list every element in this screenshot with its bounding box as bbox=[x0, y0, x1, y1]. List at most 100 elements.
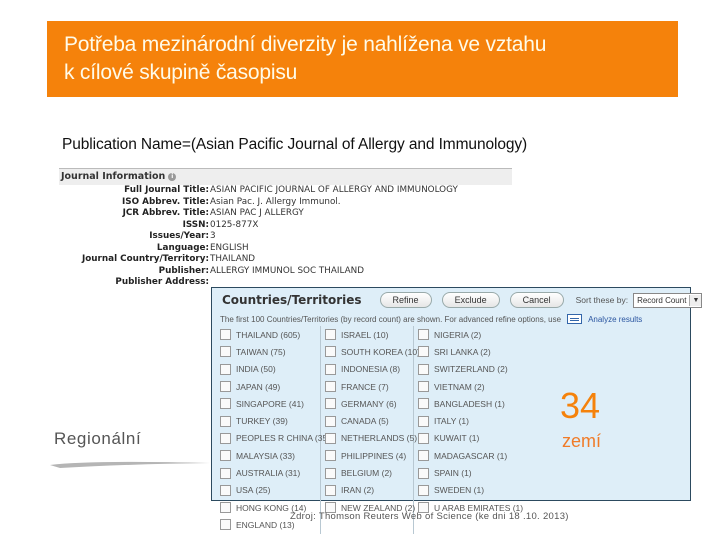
country-label: ITALY (1) bbox=[434, 416, 469, 427]
country-checkbox[interactable] bbox=[325, 363, 336, 375]
sort-select[interactable]: Record Count ▼ bbox=[633, 292, 703, 308]
cancel-button[interactable]: Cancel bbox=[509, 292, 564, 308]
country-checkbox[interactable] bbox=[220, 519, 231, 531]
slide-title: Potřeba mezinárodní diverzity je nahlíže… bbox=[64, 33, 547, 84]
sort-select-value: Record Count bbox=[637, 295, 687, 305]
journal-info-rows: Full Journal Title: ASIAN PACIFIC JOURNAL… bbox=[59, 185, 512, 289]
country-option[interactable]: SWEDEN (1) bbox=[418, 482, 528, 499]
country-option[interactable]: JAPAN (49) bbox=[220, 378, 316, 395]
country-checkbox[interactable] bbox=[220, 346, 231, 358]
country-checkbox[interactable] bbox=[325, 450, 336, 462]
country-checkbox[interactable] bbox=[418, 415, 429, 427]
country-checkbox[interactable] bbox=[418, 484, 429, 496]
country-checkbox[interactable] bbox=[325, 484, 336, 496]
country-checkbox[interactable] bbox=[220, 502, 231, 514]
country-checkbox[interactable] bbox=[325, 381, 336, 393]
country-option[interactable]: VIETNAM (2) bbox=[418, 378, 528, 395]
country-label: THAILAND (605) bbox=[236, 329, 301, 340]
country-option[interactable]: SOUTH KOREA (10) bbox=[325, 343, 420, 360]
country-option[interactable]: SINGAPORE (41) bbox=[220, 395, 316, 412]
info-icon[interactable]: i bbox=[168, 172, 177, 181]
journal-info-row: Publisher: ALLERGY IMMUNOL SOC THAILAND bbox=[59, 266, 512, 278]
country-option[interactable]: CANADA (5) bbox=[325, 412, 409, 429]
journal-info-key: ISO Abbrev. Title: bbox=[122, 196, 209, 207]
country-option[interactable]: INDONESIA (8) bbox=[325, 361, 409, 378]
country-option[interactable]: GERMANY (6) bbox=[325, 395, 409, 412]
country-option[interactable]: SRI LANKA (2) bbox=[418, 343, 528, 360]
country-checkbox[interactable] bbox=[418, 329, 429, 341]
country-label: SPAIN (1) bbox=[434, 468, 472, 479]
country-checkbox[interactable] bbox=[418, 346, 429, 358]
country-checkbox[interactable] bbox=[418, 363, 429, 375]
country-checkbox[interactable] bbox=[220, 432, 231, 444]
journal-info-key: Journal Country/Territory: bbox=[81, 254, 209, 264]
country-checkbox[interactable] bbox=[418, 467, 429, 479]
country-option[interactable]: SPAIN (1) bbox=[418, 464, 528, 481]
sort-label: Sort these by: bbox=[575, 295, 629, 305]
country-checkbox[interactable] bbox=[418, 381, 429, 393]
country-option[interactable]: NETHERLANDS (5) bbox=[325, 430, 417, 447]
country-option[interactable]: ITALY (1) bbox=[418, 412, 528, 429]
country-checkbox[interactable] bbox=[220, 398, 231, 410]
country-option[interactable]: AUSTRALIA (31) bbox=[220, 464, 316, 481]
country-option[interactable]: USA (25) bbox=[220, 482, 316, 499]
journal-info-value: ENGLISH bbox=[210, 242, 249, 253]
source-caption: Zdroj: Thomson Reuters Web of Science (k… bbox=[290, 511, 569, 522]
country-option[interactable]: TAIWAN (75) bbox=[220, 343, 316, 360]
country-label: TAIWAN (75) bbox=[236, 346, 286, 357]
country-option[interactable]: NIGERIA (2) bbox=[418, 326, 528, 343]
country-label: PHILIPPINES (4) bbox=[341, 450, 407, 461]
journal-information-header: Journal Information i bbox=[59, 168, 512, 185]
country-checkbox[interactable] bbox=[220, 415, 231, 427]
country-checkbox[interactable] bbox=[220, 450, 231, 462]
country-option[interactable]: TURKEY (39) bbox=[220, 412, 316, 429]
country-checkbox[interactable] bbox=[418, 450, 429, 462]
refine-button[interactable]: Refine bbox=[379, 292, 432, 308]
country-checkbox[interactable] bbox=[220, 363, 231, 375]
country-option[interactable]: MALAYSIA (33) bbox=[220, 447, 316, 464]
country-option[interactable]: IRAN (2) bbox=[325, 482, 409, 499]
country-label: CANADA (5) bbox=[341, 416, 389, 427]
country-checkbox[interactable] bbox=[220, 381, 231, 393]
country-checkbox[interactable] bbox=[220, 484, 231, 496]
country-checkbox[interactable] bbox=[418, 432, 429, 444]
country-option[interactable]: KUWAIT (1) bbox=[418, 430, 528, 447]
country-option[interactable]: INDIA (50) bbox=[220, 361, 316, 378]
country-checkbox[interactable] bbox=[325, 467, 336, 479]
journal-info-row: ISSN: 0125-877X bbox=[59, 220, 512, 232]
slide-title-banner: Potřeba mezinárodní diverzity je nahlíže… bbox=[47, 21, 678, 97]
country-option[interactable]: BELGIUM (2) bbox=[325, 464, 409, 481]
country-checkbox[interactable] bbox=[325, 398, 336, 410]
journal-info-row: Journal Country/Territory: THAILAND bbox=[59, 254, 512, 266]
country-label: INDONESIA (8) bbox=[341, 364, 401, 375]
country-checkbox[interactable] bbox=[220, 329, 231, 341]
country-checkbox[interactable] bbox=[325, 329, 336, 341]
country-label: KUWAIT (1) bbox=[434, 433, 480, 444]
country-checkbox[interactable] bbox=[220, 467, 231, 479]
country-label: IRAN (2) bbox=[341, 485, 375, 496]
country-label: AUSTRALIA (31) bbox=[236, 468, 301, 479]
journal-info-value: ALLERGY IMMUNOL SOC THAILAND bbox=[210, 265, 364, 276]
country-checkbox[interactable] bbox=[325, 432, 336, 444]
panel-note: The first 100 Countries/Territories (by … bbox=[220, 314, 643, 324]
country-option[interactable]: SWITZERLAND (2) bbox=[418, 361, 528, 378]
country-checkbox[interactable] bbox=[325, 415, 336, 427]
regional-label: Regionální bbox=[54, 429, 142, 448]
analyze-results-icon[interactable] bbox=[567, 314, 583, 324]
country-option[interactable]: PHILIPPINES (4) bbox=[325, 447, 409, 464]
journal-info-row: Issues/Year: 3 bbox=[59, 231, 512, 243]
country-option[interactable]: THAILAND (605) bbox=[220, 326, 316, 343]
analyze-results-link[interactable]: Analyze results bbox=[588, 315, 642, 324]
country-label: FRANCE (7) bbox=[341, 381, 389, 392]
country-option[interactable]: FRANCE (7) bbox=[325, 378, 409, 395]
country-checkbox[interactable] bbox=[325, 346, 336, 358]
country-label: SWEDEN (1) bbox=[434, 485, 485, 496]
country-option[interactable]: BANGLADESH (1) bbox=[418, 395, 528, 412]
country-option[interactable]: PEOPLES R CHINA (35) bbox=[220, 430, 330, 447]
country-column: NIGERIA (2) SRI LANKA (2) SWITZERLAND (2) V… bbox=[418, 326, 532, 534]
country-option[interactable]: ISRAEL (10) bbox=[325, 326, 409, 343]
country-checkbox[interactable] bbox=[418, 398, 429, 410]
chevron-down-icon[interactable]: ▼ bbox=[689, 294, 702, 306]
country-option[interactable]: MADAGASCAR (1) bbox=[418, 447, 528, 464]
exclude-button[interactable]: Exclude bbox=[441, 292, 500, 308]
